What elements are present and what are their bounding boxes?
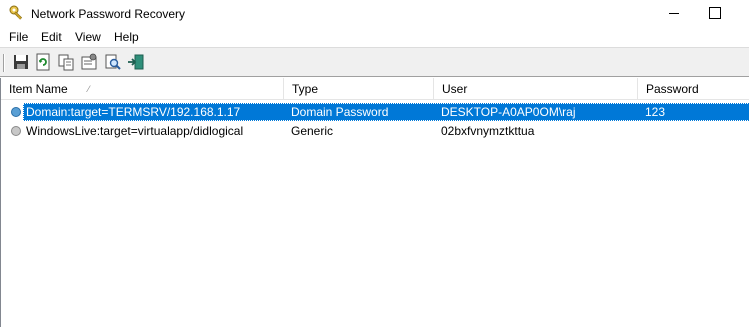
column-header-type[interactable]: Type <box>284 78 434 100</box>
find-icon[interactable] <box>104 53 122 71</box>
cell-item-name: WindowsLive:target=virtualapp/didlogical <box>26 124 244 138</box>
password-list[interactable]: Item Name ⁄ Type User Password Domain:ta… <box>0 78 749 327</box>
cell-item-name: Domain:target=TERMSRV/192.168.1.17 <box>26 105 241 119</box>
cell-user: DESKTOP-A0AP0OM\raj <box>441 105 576 119</box>
column-header-type-label: Type <box>292 82 319 96</box>
window-title: Network Password Recovery <box>31 7 186 21</box>
column-header-user-label: User <box>442 82 468 96</box>
list-header: Item Name ⁄ Type User Password <box>1 78 749 100</box>
cell-user: 02bxfvnymztkttua <box>441 124 535 138</box>
minimize-button[interactable] <box>654 0 694 27</box>
column-header-password[interactable]: Password <box>638 78 749 100</box>
credential-icon <box>11 107 21 117</box>
refresh-icon[interactable] <box>34 53 52 71</box>
exit-icon[interactable] <box>127 53 145 71</box>
menu-file[interactable]: File <box>9 30 28 44</box>
column-header-item-name[interactable]: Item Name ⁄ <box>1 78 284 100</box>
cell-password: 123 <box>645 105 666 119</box>
column-header-item-name-label: Item Name <box>9 82 68 96</box>
menu-edit[interactable]: Edit <box>41 30 62 44</box>
title-bar: Network Password Recovery <box>0 0 749 27</box>
menu-help[interactable]: Help <box>114 30 139 44</box>
column-header-user[interactable]: User <box>434 78 638 100</box>
properties-icon[interactable] <box>80 53 98 71</box>
menu-view[interactable]: View <box>75 30 101 44</box>
maximize-button[interactable] <box>700 0 740 27</box>
toolbar-grip <box>3 54 5 72</box>
copy-icon[interactable] <box>57 53 75 71</box>
column-header-password-label: Password <box>646 82 699 96</box>
credential-icon <box>11 126 21 136</box>
save-icon[interactable] <box>12 53 30 71</box>
toolbar <box>0 47 749 77</box>
cell-type: Generic <box>291 124 334 138</box>
cell-type: Domain Password <box>291 105 389 119</box>
key-app-icon <box>9 5 23 20</box>
table-row[interactable]: Domain:target=TERMSRV/192.168.1.17 Domai… <box>1 103 749 121</box>
sort-ascending-icon: ⁄ <box>88 84 90 94</box>
table-row[interactable]: WindowsLive:target=virtualapp/didlogical… <box>1 122 749 140</box>
menu-bar: File Edit View Help <box>0 27 749 47</box>
